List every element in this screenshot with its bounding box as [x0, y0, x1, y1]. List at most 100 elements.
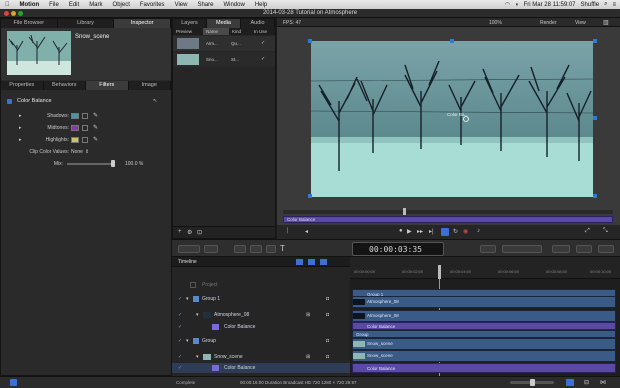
- bounding-handle[interactable]: [308, 194, 312, 198]
- menu-file[interactable]: File: [44, 2, 64, 8]
- tab-layers[interactable]: Layers: [173, 19, 207, 28]
- canvas-image[interactable]: [311, 41, 593, 197]
- tab-media[interactable]: Media: [207, 19, 241, 28]
- bezier-tool-button[interactable]: [250, 245, 262, 253]
- midtones-dropdown[interactable]: [82, 125, 88, 131]
- mix-value[interactable]: 100.0 %: [125, 161, 143, 167]
- library-button[interactable]: [480, 245, 496, 253]
- tab-audio[interactable]: Audio: [241, 19, 275, 28]
- layer-row[interactable]: ✓ Color Balance: [172, 321, 350, 333]
- view-mode-icon[interactable]: [566, 379, 574, 386]
- bounding-handle[interactable]: [308, 39, 312, 43]
- track-bar[interactable]: Atmosphere_08: [352, 296, 616, 308]
- clip-value-select[interactable]: None: [71, 149, 83, 155]
- minimize-icon[interactable]: [11, 11, 16, 16]
- apple-icon[interactable]: : [0, 2, 15, 8]
- menu-shuffle[interactable]: Shuffle: [581, 2, 600, 8]
- close-icon[interactable]: [4, 11, 9, 16]
- menu-window[interactable]: Window: [218, 2, 249, 8]
- zoom-slider-thumb[interactable]: [530, 379, 535, 386]
- filters-button[interactable]: [552, 245, 570, 253]
- visibility-check-icon[interactable]: ✓: [178, 293, 182, 305]
- text-tool-icon[interactable]: T: [280, 244, 285, 253]
- loop-icon[interactable]: ↻: [453, 228, 458, 235]
- paint-tool-button[interactable]: [266, 245, 276, 253]
- track-bar[interactable]: Group: [352, 330, 616, 338]
- list-icon[interactable]: ≡: [612, 2, 616, 8]
- filter-enable-checkbox[interactable]: [7, 99, 12, 104]
- search-icon[interactable]: ⌕: [604, 1, 607, 8]
- eyedropper-icon[interactable]: ✎: [93, 112, 98, 119]
- gear-icon[interactable]: ⚙: [187, 229, 192, 236]
- in-point-icon[interactable]: ⎸: [287, 228, 293, 235]
- audio-icon[interactable]: ♪: [477, 228, 480, 234]
- highlights-color-swatch[interactable]: [71, 137, 79, 143]
- tab-filters[interactable]: Filters: [86, 81, 129, 90]
- track-bar[interactable]: Atmosphere_08: [352, 310, 616, 322]
- visibility-check-icon[interactable]: ✓: [178, 309, 182, 321]
- media-row[interactable]: Atm... Qu... ✓: [173, 36, 275, 51]
- expand-icon[interactable]: ⤡: [603, 228, 608, 235]
- tab-image[interactable]: Image: [129, 81, 171, 90]
- go-to-start-icon[interactable]: ◂: [305, 228, 308, 235]
- import-icon[interactable]: ⊡: [197, 229, 202, 236]
- mini-timeline-bar[interactable]: Color Balance: [283, 216, 613, 223]
- shape-tool-button[interactable]: [234, 245, 246, 253]
- menu-object[interactable]: Object: [108, 2, 135, 8]
- zoom-icon[interactable]: [18, 11, 23, 16]
- mini-timeline-ruler[interactable]: [283, 210, 613, 214]
- snapping-icon[interactable]: ⊟: [584, 379, 589, 386]
- lock-icon[interactable]: ◘: [326, 293, 329, 305]
- track-bar[interactable]: Color Balance: [352, 363, 616, 373]
- view-toggle-icon[interactable]: [296, 259, 303, 265]
- menu-mark[interactable]: Mark: [84, 2, 107, 8]
- tab-inspector[interactable]: Inspector: [114, 19, 172, 28]
- pan-tool-button[interactable]: [204, 245, 218, 253]
- fullscreen-icon[interactable]: ⤢: [585, 228, 590, 235]
- mini-playhead[interactable]: [403, 208, 406, 215]
- menu-help[interactable]: Help: [250, 2, 272, 8]
- playhead[interactable]: [438, 265, 441, 279]
- tab-behaviors[interactable]: Behaviors: [44, 81, 86, 90]
- col-kind[interactable]: Kind: [229, 28, 251, 35]
- generators-button[interactable]: [576, 245, 592, 253]
- layer-checkbox[interactable]: [190, 282, 196, 288]
- bounding-handle[interactable]: [450, 39, 454, 43]
- lock-icon[interactable]: ◘: [326, 335, 329, 347]
- menu-app-name[interactable]: Motion: [15, 2, 45, 8]
- visibility-check-icon[interactable]: ✓: [178, 321, 182, 333]
- track-bar[interactable]: Snow_scene: [352, 350, 616, 362]
- view-toggle-icon[interactable]: [308, 259, 315, 265]
- lock-icon[interactable]: ◘: [326, 309, 329, 321]
- mix-slider-thumb[interactable]: [111, 160, 115, 167]
- link-icon[interactable]: ⊞: [306, 309, 310, 321]
- disclosure-icon[interactable]: ▾: [196, 309, 199, 321]
- disclosure-icon[interactable]: ▸: [19, 125, 22, 131]
- reset-arrow-icon[interactable]: ↖: [153, 98, 157, 104]
- timecode-display[interactable]: 00:00:03:35: [352, 242, 444, 256]
- menu-favorites[interactable]: Favorites: [135, 2, 170, 8]
- menu-view[interactable]: View: [170, 2, 193, 8]
- disclosure-icon[interactable]: ▸: [19, 113, 22, 119]
- disclosure-icon[interactable]: ▾: [186, 293, 189, 305]
- tab-properties[interactable]: Properties: [1, 81, 44, 90]
- window-layout-icon[interactable]: ▥: [603, 19, 609, 26]
- view-toggle-icon[interactable]: [320, 259, 327, 265]
- media-row[interactable]: Sno... St... ✓: [173, 52, 275, 67]
- bounding-handle[interactable]: [593, 194, 597, 198]
- tab-file-browser[interactable]: File Browser: [1, 19, 58, 28]
- layer-row[interactable]: ✓ ▾ Atmosphere_08 ⊞ ◘: [172, 309, 350, 321]
- pause-button[interactable]: [441, 228, 449, 236]
- wifi-icon[interactable]: ◠: [505, 1, 510, 8]
- disclosure-icon[interactable]: ▸: [19, 137, 22, 143]
- zoom-select[interactable]: 100%: [489, 20, 502, 26]
- visibility-check-icon[interactable]: ✓: [178, 363, 182, 373]
- go-to-end-icon[interactable]: ▸|: [429, 228, 434, 235]
- track-bar[interactable]: Snow_scene: [352, 338, 616, 350]
- disclosure-icon[interactable]: ▾: [196, 351, 199, 363]
- menu-share[interactable]: Share: [192, 2, 218, 8]
- select-tool-button[interactable]: [178, 245, 200, 253]
- col-name[interactable]: Name: [203, 28, 229, 35]
- layer-row[interactable]: ✓ Color Balance: [172, 363, 350, 373]
- view-menu[interactable]: View: [575, 20, 586, 26]
